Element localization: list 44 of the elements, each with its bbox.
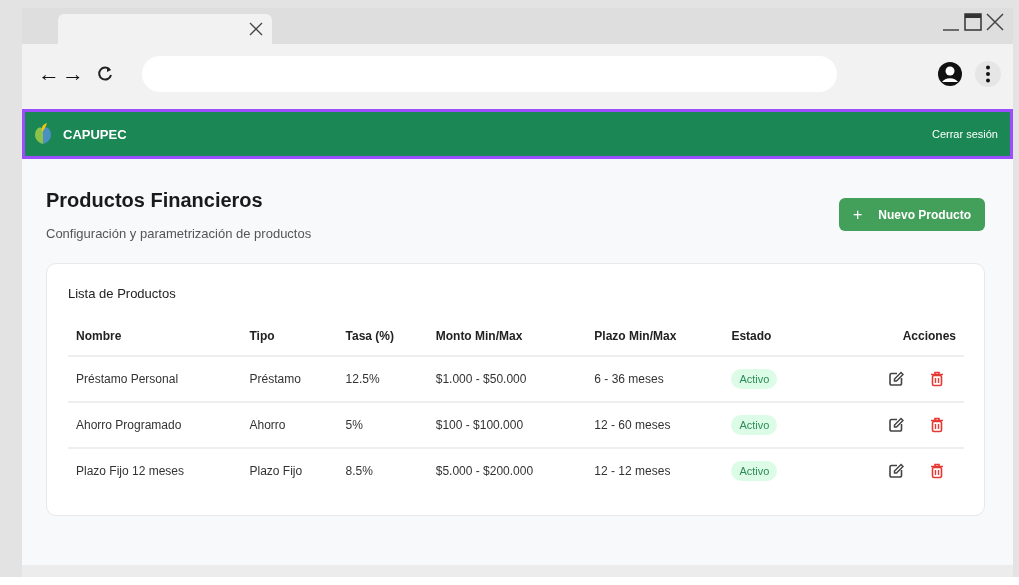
- table-cell: Préstamo Personal: [68, 356, 242, 402]
- page-title: Productos Financieros: [46, 189, 264, 212]
- account-icon[interactable]: [937, 61, 963, 87]
- forward-button[interactable]: →: [62, 61, 84, 87]
- logout-link[interactable]: Cerrar sesión: [931, 128, 998, 140]
- brand-name: CAPUPEC: [63, 126, 127, 142]
- card-title: Lista de Productos: [68, 286, 177, 301]
- column-header: Acciones: [810, 329, 964, 356]
- page-subtitle: Configuración y parametrización de productos: [46, 226, 312, 241]
- delete-icon[interactable]: [930, 371, 944, 387]
- table-cell: $1.000 - $50.000: [427, 356, 587, 402]
- back-button[interactable]: ←: [38, 61, 60, 87]
- table-cell: 12 - 12 meses: [586, 448, 724, 493]
- table-cell: 8.5%: [337, 448, 428, 493]
- edit-icon[interactable]: [888, 371, 904, 387]
- table-cell: 6 - 36 meses: [586, 356, 724, 402]
- menu-icon[interactable]: [975, 61, 1001, 87]
- status-badge: Activo: [731, 415, 778, 435]
- delete-icon[interactable]: [930, 463, 944, 479]
- table-cell: Préstamo: [241, 356, 338, 402]
- column-header: Tipo: [241, 329, 338, 356]
- table-cell: Plazo Fijo: [241, 448, 338, 493]
- column-header: Nombre: [68, 329, 242, 356]
- table-cell: $5.000 - $200.000: [427, 448, 587, 493]
- column-header: Estado: [723, 329, 811, 356]
- close-icon[interactable]: [248, 21, 264, 37]
- edit-icon[interactable]: [888, 463, 904, 479]
- table-cell: 12.5%: [337, 356, 428, 402]
- maximize-icon[interactable]: [963, 12, 983, 32]
- edit-icon[interactable]: [888, 417, 904, 433]
- table-cell: $100 - $100.000: [427, 402, 587, 448]
- status-badge: Activo: [731, 461, 778, 481]
- table-cell: Plazo Fijo 12 meses: [68, 448, 242, 493]
- reload-icon[interactable]: [96, 65, 114, 83]
- delete-icon[interactable]: [930, 417, 944, 433]
- table-cell: 5%: [337, 402, 428, 448]
- column-header: Tasa (%): [337, 329, 428, 356]
- status-badge: Activo: [731, 369, 778, 389]
- table-cell: Ahorro Programado: [68, 402, 242, 448]
- close-icon[interactable]: [985, 12, 1005, 32]
- column-header: Monto Min/Max: [427, 329, 587, 356]
- table-cell: Ahorro: [241, 402, 338, 448]
- table-cell: 12 - 60 meses: [586, 402, 724, 448]
- column-header: Plazo Min/Max: [586, 329, 724, 356]
